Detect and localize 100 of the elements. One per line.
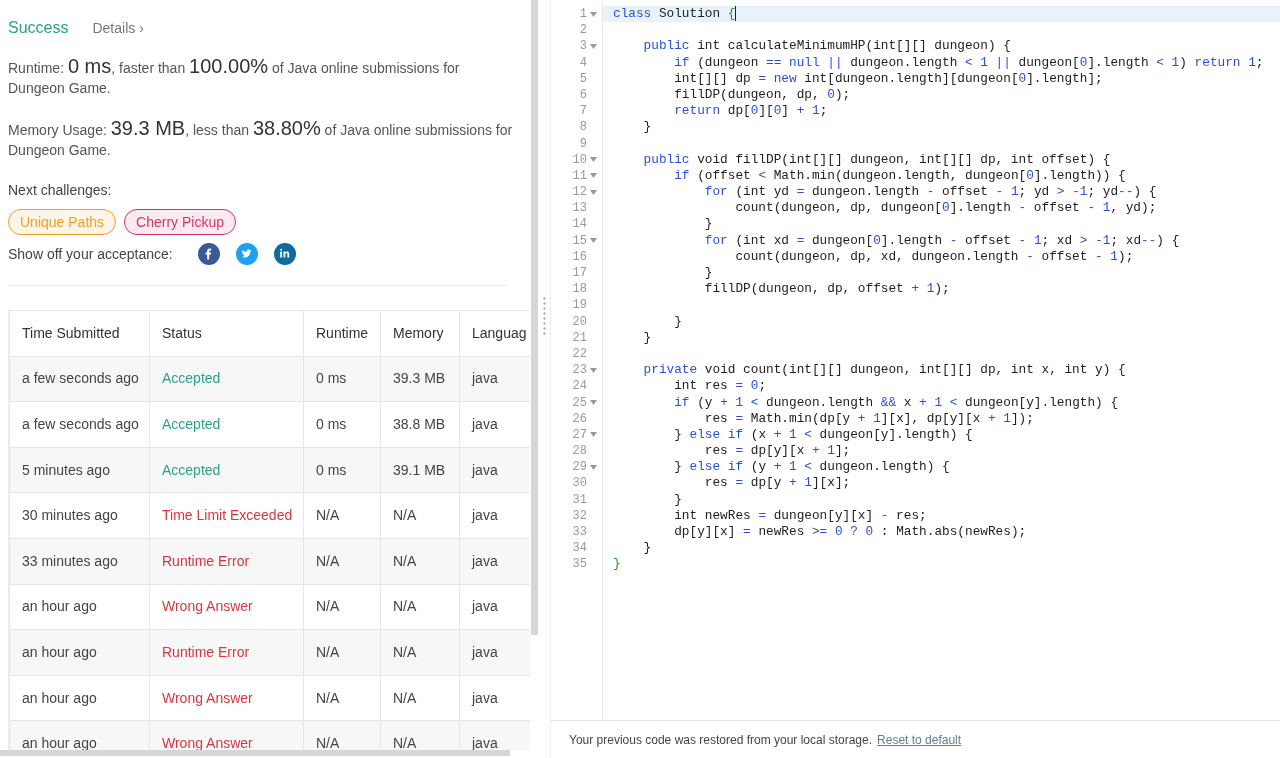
table-cell: a few seconds ago — [9, 401, 150, 448]
line-number: 23 — [572, 362, 587, 379]
line-number: 28 — [572, 443, 587, 460]
code-line[interactable]: dp[y][x] = newRes >= 0 ? 0 : Math.abs(newRes); — [613, 524, 1027, 539]
line-number: 35 — [572, 556, 587, 573]
code-line[interactable]: if (offset < Math.min(dungeon.length, dungeon[0].length)) { — [613, 167, 1126, 183]
fold-arrow-icon[interactable] — [590, 400, 597, 406]
code-line[interactable]: for (int xd = dungeon[0].length - offset - 1; xd > -1; xd--) { — [613, 232, 1180, 248]
line-number: 18 — [572, 281, 587, 298]
code-line[interactable]: } else if (x + 1 < dungeon[y].length) { — [613, 426, 973, 442]
table-cell: 38.8 MB — [380, 401, 460, 448]
line-number: 33 — [572, 524, 587, 541]
scrollbar[interactable] — [531, 0, 538, 635]
code-line[interactable]: } — [613, 329, 652, 345]
stat-sentence: Memory Usage: 39.3 MB, less than 38.80% of Java online submissions for Dungeon Game. — [8, 118, 513, 160]
status-cell[interactable]: Time Limit Exceeded — [149, 492, 304, 539]
table-cell: 30 minutes ago — [9, 492, 150, 539]
code-line[interactable]: public int calculateMinimumHP(int[][] dungeon) { — [613, 38, 1011, 54]
table-cell: N/A — [380, 629, 460, 676]
line-number: 27 — [572, 426, 587, 444]
fold-arrow-icon[interactable] — [590, 367, 597, 373]
table-cell: 39.1 MB — [380, 447, 460, 493]
line-number: 30 — [572, 475, 587, 492]
code-line[interactable]: return dp[0][0] + 1; — [613, 103, 828, 119]
code-line[interactable]: private void count(int[][] dungeon, int[][] dp, int x, int y) { — [613, 362, 1126, 378]
details-link[interactable]: Details › — [92, 18, 144, 39]
line-number: 15 — [572, 232, 587, 249]
code-line[interactable]: } — [613, 216, 713, 232]
fold-arrow-icon[interactable] — [590, 464, 597, 470]
restore-message: Your previous code was restored from your local storage. — [569, 731, 873, 749]
fold-arrow-icon[interactable] — [590, 43, 597, 49]
code-line[interactable]: count(dungeon, dp, dungeon[0].length - offset - 1, yd); — [613, 200, 1157, 216]
facebook-icon[interactable] — [198, 243, 220, 265]
code-line[interactable]: res = dp[y][x + 1]; — [613, 443, 851, 459]
status-cell[interactable]: Wrong Answer — [149, 675, 304, 721]
code-line[interactable]: } — [613, 491, 682, 507]
column-header: Runtime — [303, 310, 381, 357]
code-line[interactable]: fillDP(dungeon, dp, offset + 1); — [613, 281, 950, 297]
line-number: 29 — [572, 459, 587, 476]
line-number: 13 — [572, 200, 587, 217]
table-cell: N/A — [380, 720, 460, 750]
table-cell: java — [459, 629, 530, 676]
fold-arrow-icon[interactable] — [590, 432, 597, 438]
code-line[interactable]: } — [613, 556, 621, 572]
resize-handle[interactable] — [542, 296, 546, 336]
table-cell: a few seconds ago — [9, 356, 150, 402]
status-cell[interactable]: Wrong Answer — [149, 584, 304, 630]
code-line[interactable]: public void fillDP(int[][] dungeon, int[][] dp, int offset) { — [613, 151, 1111, 167]
line-number: 31 — [572, 491, 587, 508]
code-line[interactable]: } — [613, 119, 652, 135]
scrollbar[interactable] — [0, 750, 510, 756]
code-line[interactable]: class Solution { — [613, 6, 736, 21]
fold-arrow-icon[interactable] — [590, 238, 597, 244]
code-line[interactable]: fillDP(dungeon, dp, 0); — [613, 86, 851, 102]
code-line[interactable]: if (dungeon == null || dungeon.length < 1 || dungeon[0].length < 1) return 1; — [613, 54, 1264, 70]
line-number: 5 — [579, 70, 587, 87]
reset-link[interactable]: Reset to default — [877, 730, 962, 749]
status-cell[interactable]: Runtime Error — [149, 538, 304, 585]
code-line[interactable]: res = dp[y + 1][x]; — [613, 475, 851, 491]
code-line[interactable]: } — [613, 265, 713, 280]
code-line[interactable]: for (int yd = dungeon.length - offset - 1; yd > -1; yd--) { — [613, 184, 1157, 200]
code-line[interactable]: int[][] dp = new int[dungeon.length][dungeon[0].length]; — [613, 70, 1103, 86]
code-line[interactable]: int res = 0; — [613, 378, 767, 394]
twitter-icon[interactable] — [236, 243, 258, 265]
result-status: Success — [8, 18, 69, 38]
table-cell: N/A — [380, 538, 460, 585]
table-cell: N/A — [380, 584, 460, 630]
table-cell: N/A — [303, 584, 381, 630]
fold-arrow-icon[interactable] — [590, 157, 597, 163]
line-number: 14 — [572, 216, 587, 233]
fold-arrow-icon[interactable] — [590, 11, 597, 17]
line-number: 25 — [572, 394, 587, 411]
fold-arrow-icon[interactable] — [590, 173, 597, 179]
line-number: 21 — [572, 329, 587, 346]
code-line[interactable]: if (y + 1 < dungeon.length && x + 1 < dungeon[y].length) { — [613, 394, 1119, 410]
line-number: 9 — [579, 135, 587, 152]
status-cell[interactable]: Runtime Error — [149, 629, 304, 676]
table-cell: 33 minutes ago — [9, 538, 150, 585]
table-cell: N/A — [303, 492, 381, 539]
table-cell: N/A — [303, 629, 381, 676]
line-number: 26 — [572, 410, 587, 427]
code-line[interactable]: } else if (y + 1 < dungeon.length) { — [613, 459, 950, 475]
fold-arrow-icon[interactable] — [590, 189, 597, 195]
line-number: 8 — [579, 119, 587, 136]
table-cell: 0 ms — [303, 356, 381, 402]
challenge-tag[interactable]: Cherry Pickup — [124, 209, 236, 235]
table-cell: N/A — [303, 538, 381, 585]
code-line[interactable]: int newRes = dungeon[y][x] - res; — [613, 507, 927, 523]
text-cursor — [735, 6, 737, 22]
line-number: 19 — [572, 297, 587, 314]
code-line[interactable]: res = Math.min(dp[y + 1][x], dp[y][x + 1]); — [613, 410, 1034, 426]
column-header: Memory — [380, 310, 460, 357]
linkedin-icon[interactable] — [274, 243, 296, 265]
line-number: 20 — [572, 313, 587, 330]
code-line[interactable]: } — [613, 540, 652, 556]
code-line[interactable]: count(dungeon, dp, xd, dungeon.length - offset - 1); — [613, 248, 1134, 264]
line-number: 1 — [579, 6, 587, 23]
line-number: 10 — [572, 151, 587, 168]
code-line[interactable]: } — [613, 313, 682, 329]
table-cell: java — [459, 356, 530, 402]
